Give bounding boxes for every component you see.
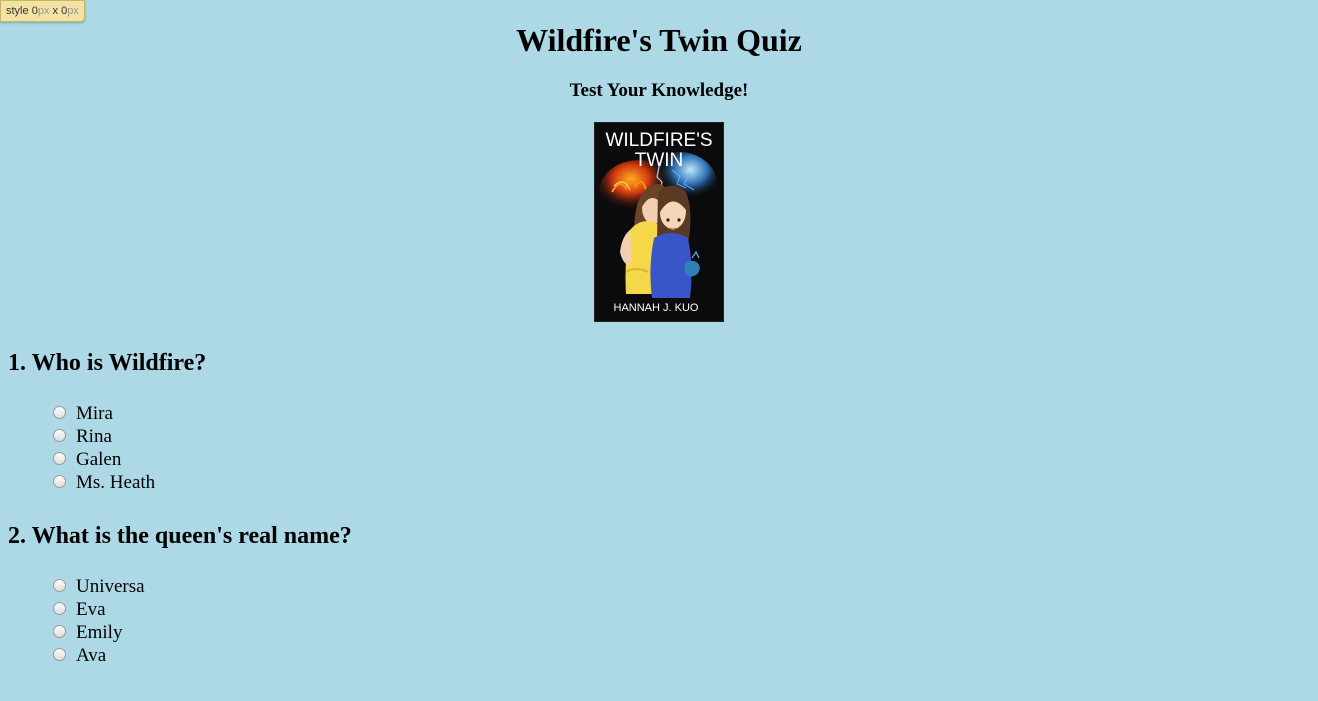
question-2-options: Universa Eva Emily Ava: [50, 575, 145, 667]
radio-button[interactable]: [53, 579, 66, 592]
option-label: Ms. Heath: [76, 472, 156, 493]
option-label: Mira: [76, 403, 113, 424]
question-1-option-1[interactable]: Mira: [50, 402, 155, 425]
badge-width-unit: px: [37, 5, 50, 17]
cover-title-line1: WILDFIRE'S: [605, 130, 712, 151]
question-2-option-1[interactable]: Universa: [50, 575, 145, 598]
cover-title-line2: TWIN: [635, 150, 684, 171]
question-2-option-2[interactable]: Eva: [50, 598, 145, 621]
badge-label: style: [6, 5, 29, 17]
option-label: Emily: [76, 622, 123, 643]
question-2-text: 2. What is the queen's real name?: [8, 523, 352, 549]
option-label: Eva: [76, 599, 106, 620]
badge-height-unit: px: [67, 5, 79, 17]
radio-button[interactable]: [53, 625, 66, 638]
question-2-option-3[interactable]: Emily: [50, 621, 145, 644]
radio-button[interactable]: [53, 475, 66, 488]
question-1-option-3[interactable]: Galen: [50, 448, 155, 471]
book-cover-image: WILDFIRE'S TWIN HANNAH J. KUO: [594, 122, 724, 322]
option-label: Rina: [76, 426, 112, 447]
radio-button[interactable]: [53, 648, 66, 661]
radio-button[interactable]: [53, 602, 66, 615]
page-subtitle: Test Your Knowledge!: [569, 80, 749, 101]
radio-button[interactable]: [53, 452, 66, 465]
option-label: Galen: [76, 449, 122, 470]
page-title: Wildfire's Twin Quiz: [516, 22, 802, 58]
question-2-option-4[interactable]: Ava: [50, 644, 145, 667]
option-label: Universa: [76, 576, 145, 597]
question-1-text: 1. Who is Wildfire?: [8, 350, 207, 376]
question-1-option-4[interactable]: Ms. Heath: [50, 471, 155, 494]
style-size-badge: style 0px x 0px: [0, 0, 85, 22]
option-label: Ava: [76, 645, 107, 666]
badge-separator: x: [52, 5, 59, 17]
question-1-options: Mira Rina Galen Ms. Heath: [50, 402, 155, 494]
cover-author: HANNAH J. KUO: [614, 302, 699, 314]
question-1-option-2[interactable]: Rina: [50, 425, 155, 448]
radio-button[interactable]: [53, 429, 66, 442]
radio-button[interactable]: [53, 406, 66, 419]
